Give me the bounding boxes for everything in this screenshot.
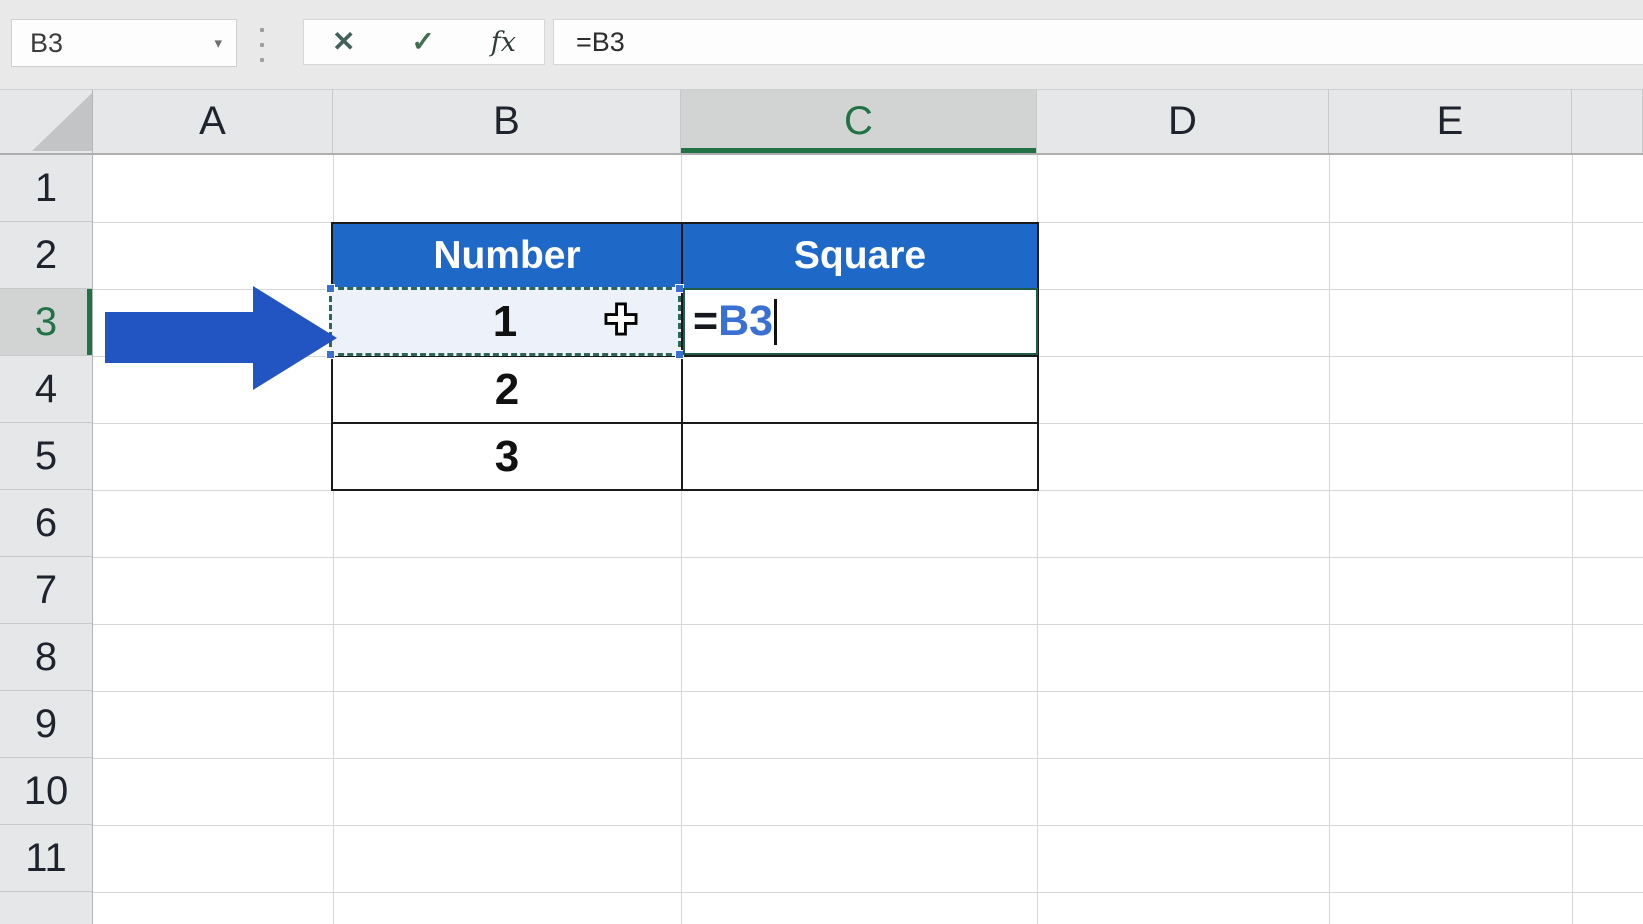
cell-c4[interactable] <box>683 357 1037 422</box>
spreadsheet-app: B3 ▾ ✕ ✓ fx =B3 A B C D E 1 2 3 4 5 6 7 … <box>0 0 1643 924</box>
row-header-9[interactable]: 9 <box>0 691 92 758</box>
row-header-8[interactable]: 8 <box>0 624 92 691</box>
annotation-arrow-body <box>105 312 255 363</box>
row-header-4[interactable]: 4 <box>0 356 92 423</box>
formula-buttons-panel: ✕ ✓ fx <box>303 19 545 65</box>
name-box-value: B3 <box>30 28 63 59</box>
table-header-square[interactable]: Square <box>683 224 1037 288</box>
row-header-2[interactable]: 2 <box>0 222 92 289</box>
row-headers: 1 2 3 4 5 6 7 8 9 10 11 <box>0 155 93 924</box>
name-box[interactable]: B3 ▾ <box>11 19 237 67</box>
column-header-c[interactable]: C <box>681 90 1037 153</box>
select-all-triangle-icon <box>32 93 92 151</box>
row-header-11[interactable]: 11 <box>0 825 92 892</box>
table-header-number[interactable]: Number <box>333 224 681 288</box>
row-header-7[interactable]: 7 <box>0 557 92 624</box>
name-box-dropdown-icon[interactable]: ▾ <box>214 34 222 52</box>
row-header-3[interactable]: 3 <box>0 289 92 356</box>
insert-function-button[interactable]: fx <box>491 29 516 56</box>
select-all-corner[interactable] <box>0 90 93 155</box>
cell-b4[interactable]: 2 <box>333 357 681 422</box>
column-header-a[interactable]: A <box>93 90 333 153</box>
cell-cursor-icon <box>602 300 640 343</box>
row-header-10[interactable]: 10 <box>0 758 92 825</box>
referenced-cell-value: 1 <box>493 297 517 347</box>
cell-c5[interactable] <box>683 424 1037 489</box>
formula-bar-input[interactable]: =B3 <box>553 19 1643 65</box>
data-table: Number Square 2 3 <box>331 222 1039 491</box>
column-headers: A B C D E <box>93 90 1643 155</box>
row-header-1[interactable]: 1 <box>0 155 92 222</box>
formula-reference-text: B3 <box>718 297 773 346</box>
annotation-arrow-head <box>253 286 337 390</box>
formula-equals-text: = <box>693 297 718 346</box>
cell-b5[interactable]: 3 <box>333 424 681 489</box>
text-caret <box>774 299 777 345</box>
toolbar-separator-dots <box>260 28 264 62</box>
formula-bar-value: =B3 <box>576 27 625 58</box>
row-header-6[interactable]: 6 <box>0 490 92 557</box>
row-header-5[interactable]: 5 <box>0 423 92 490</box>
column-header-e[interactable]: E <box>1329 90 1572 153</box>
cancel-entry-button[interactable]: ✕ <box>332 28 355 56</box>
column-header-partial[interactable] <box>1572 90 1643 153</box>
enter-entry-button[interactable]: ✓ <box>411 28 434 56</box>
formula-toolbar: B3 ▾ ✕ ✓ fx =B3 <box>0 0 1643 90</box>
editing-cell-c3[interactable]: =B3 <box>683 288 1038 355</box>
column-header-d[interactable]: D <box>1037 90 1329 153</box>
column-header-b[interactable]: B <box>333 90 681 153</box>
